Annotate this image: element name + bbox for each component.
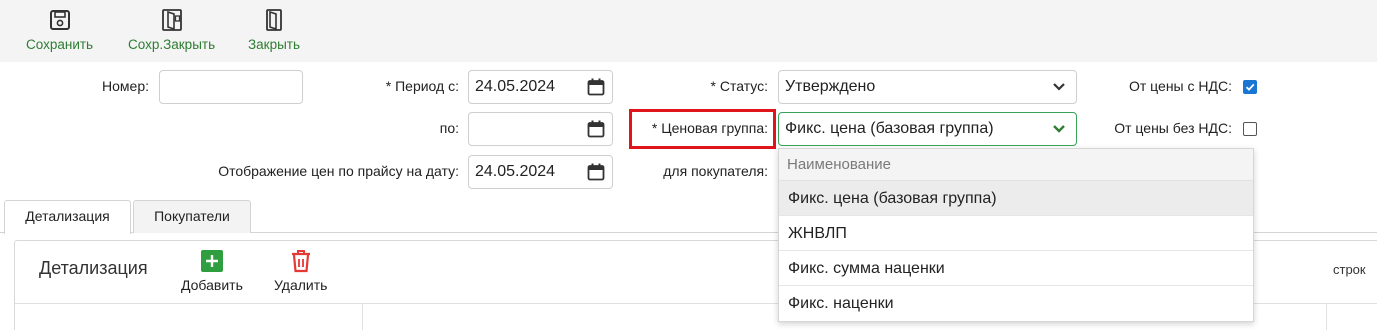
add-button[interactable]: Добавить bbox=[181, 249, 243, 293]
vat-incl-checkbox[interactable] bbox=[1243, 80, 1257, 94]
calendar-icon[interactable] bbox=[587, 78, 605, 96]
rows-label: строк bbox=[1333, 262, 1366, 277]
status-select[interactable]: Утверждено bbox=[778, 70, 1077, 104]
delete-label: Удалить bbox=[274, 277, 328, 293]
price-group-select[interactable]: Фикс. цена (базовая группа) bbox=[778, 112, 1077, 146]
add-label: Добавить bbox=[181, 277, 243, 293]
chevron-down-icon[interactable] bbox=[1052, 81, 1066, 93]
calendar-icon[interactable] bbox=[587, 120, 605, 138]
dropdown-option[interactable]: ЖНВЛП bbox=[779, 216, 1253, 251]
close-label: Закрыть bbox=[248, 37, 300, 52]
dropdown-option[interactable]: Фикс. сумма наценки bbox=[779, 251, 1253, 286]
save-close-label: Сохр.Закрыть bbox=[128, 37, 216, 52]
vat-excl-label: От цены без НДС: bbox=[1114, 120, 1232, 136]
number-input[interactable] bbox=[159, 70, 303, 104]
plus-icon bbox=[200, 250, 223, 272]
toolbar: Сохранить Сохр.Закрыть Закрыть bbox=[0, 0, 1377, 62]
price-display-input[interactable]: 24.05.2024 bbox=[468, 155, 613, 189]
chevron-down-icon[interactable] bbox=[1052, 123, 1066, 135]
price-group-dropdown: Наименование Фикс. цена (базовая группа)… bbox=[778, 148, 1254, 322]
buyer-label: для покупателя: bbox=[663, 163, 768, 179]
grid-column-divider bbox=[1326, 303, 1327, 330]
number-label: Номер: bbox=[102, 78, 149, 94]
dropdown-header: Наименование bbox=[779, 149, 1253, 181]
dropdown-option[interactable]: Фикс. наценки bbox=[779, 286, 1253, 321]
vat-excl-checkbox[interactable] bbox=[1243, 122, 1257, 136]
period-to-label: по: bbox=[439, 120, 459, 136]
tab-detalization[interactable]: Детализация bbox=[4, 200, 131, 234]
panel-title: Детализация bbox=[39, 258, 148, 278]
price-group-label: * Ценовая группа: bbox=[651, 120, 768, 136]
save-label: Сохранить bbox=[26, 37, 94, 52]
grid-column-divider bbox=[362, 303, 363, 330]
delete-button[interactable]: Удалить bbox=[274, 249, 327, 293]
dropdown-option[interactable]: Фикс. цена (базовая группа) bbox=[779, 181, 1253, 216]
save-button[interactable]: Сохранить bbox=[26, 6, 93, 52]
price-display-label: Отображение цен по прайсу на дату: bbox=[218, 163, 459, 179]
vat-incl-label: От цены с НДС: bbox=[1128, 78, 1232, 94]
floppy-disk-icon bbox=[47, 6, 73, 34]
save-close-button[interactable]: Сохр.Закрыть bbox=[128, 6, 215, 52]
trash-icon bbox=[291, 250, 310, 273]
period-from-label: * Период с: bbox=[385, 78, 459, 94]
period-to-input[interactable] bbox=[468, 112, 613, 146]
tab-buyers[interactable]: Покупатели bbox=[133, 200, 251, 233]
status-label: * Статус: bbox=[710, 78, 768, 94]
door-save-icon bbox=[159, 6, 185, 34]
calendar-icon[interactable] bbox=[587, 163, 605, 181]
close-button[interactable]: Закрыть bbox=[248, 6, 300, 52]
period-from-input[interactable]: 24.05.2024 bbox=[468, 70, 613, 104]
door-icon bbox=[261, 6, 287, 34]
